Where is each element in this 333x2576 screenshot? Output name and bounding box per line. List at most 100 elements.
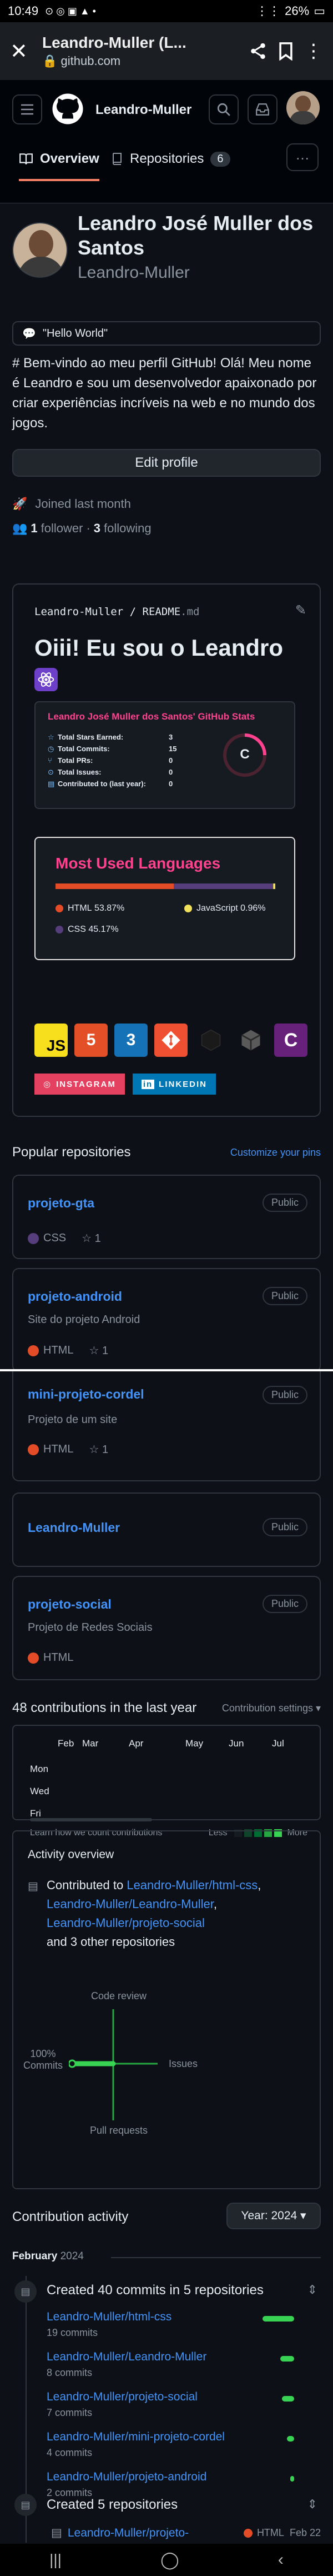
contrib-repo-link[interactable]: Leandro-Muller/projeto-social — [47, 1916, 205, 1930]
more-tabs-button[interactable]: … — [286, 143, 319, 171]
commit-repo-link[interactable]: Leandro-Muller/mini-projeto-cordel — [47, 2430, 321, 2444]
collapse-icon[interactable]: ⇕ — [307, 2497, 317, 2512]
created-repos-summary: Created 5 repositories — [47, 2497, 178, 2512]
commit-bar — [290, 2476, 294, 2482]
repo-name-link[interactable]: mini-projeto-cordel — [28, 1387, 144, 1402]
html5-icon: 5 — [74, 1024, 108, 1057]
commit-repo-row: Leandro-Muller/projeto-social 7 commits — [47, 2390, 321, 2430]
following-label: following — [104, 521, 152, 535]
year-select-button[interactable]: Year: 2024 ▾ — [226, 2203, 321, 2229]
github-logo-icon[interactable] — [51, 92, 84, 126]
contributed-to-text: Contributed to Leandro-Muller/html-css, … — [47, 1878, 261, 1949]
commit-repo-link[interactable]: Leandro-Muller/projeto-android — [47, 2470, 321, 2484]
stats-row: ◷ Total Commits: 15 — [48, 744, 177, 753]
instagram-badge[interactable]: ◎ INSTAGRAM — [34, 1074, 125, 1095]
commit-repo-row: Leandro-Muller/Leandro-Muller 8 commits — [47, 2350, 321, 2390]
repo-book-icon: ▤ — [48, 779, 55, 788]
css-dot — [56, 926, 63, 933]
more-options-icon[interactable]: ⋮ — [304, 40, 323, 62]
header-username[interactable]: Leandro-Muller — [95, 102, 191, 118]
battery-icon: ▭ — [314, 4, 325, 18]
profile-fullname: Leandro José Muller dos Santos — [78, 212, 314, 259]
social-badges: ◎ INSTAGRAM in LINKEDIN — [34, 1074, 216, 1095]
tab-overview[interactable]: Overview — [19, 151, 99, 181]
system-navigation-bar: ||| ◯ ‹ — [0, 2544, 333, 2576]
visibility-badge: Public — [262, 1518, 307, 1536]
browser-title-block: Leandro-Muller (L... 🔒 github.com — [42, 34, 239, 68]
stats-row: ▤ Contributed to (last year): 0 — [48, 779, 173, 788]
repo-name-link[interactable]: Leandro-Muller — [28, 1520, 120, 1535]
month-label: May — [185, 1738, 204, 1749]
collapse-icon[interactable]: ⇕ — [307, 2283, 317, 2297]
profile-bio: # Bem-vindo ao meu perfil GitHub! Olá! M… — [12, 356, 317, 431]
activity-overview-title: Activity overview — [28, 1848, 114, 1861]
tab-overview-label: Overview — [40, 151, 99, 166]
readme-path: Leandro-Muller / README.md — [34, 606, 199, 618]
instagram-icon: ◎ — [43, 1080, 52, 1089]
axis-commits: 100% Commits — [23, 2048, 63, 2071]
tab-repositories[interactable]: Repositories 6 — [111, 151, 230, 167]
created-repo-link[interactable]: Leandro-Muller/projeto- — [68, 2527, 189, 2540]
pr-icon: ⑂ — [48, 756, 52, 765]
commit-icon: ▤ — [14, 2280, 37, 2303]
contribution-settings-button[interactable]: Contribution settings ▾ — [222, 1703, 321, 1714]
repo-stars[interactable]: ☆ 1 — [89, 1344, 108, 1357]
contrib-repo-link[interactable]: Leandro-Muller/Leandro-Muller — [47, 1897, 214, 1911]
customize-pins-link[interactable]: Customize your pins — [230, 1147, 321, 1159]
axis-issues: Issues — [169, 2058, 198, 2069]
battery-level: 26% — [285, 4, 310, 18]
unity-icon — [194, 1024, 228, 1057]
repo-name-link[interactable]: projeto-android — [28, 1289, 122, 1304]
edit-profile-button[interactable]: Edit profile — [12, 449, 321, 477]
repo-card-projeto-social: projeto-social Public Projeto de Redes S… — [12, 1576, 321, 1680]
axis-pull-requests: Pull requests — [90, 2125, 148, 2136]
contributions-title: 48 contributions in the last year — [12, 1700, 197, 1715]
home-icon[interactable]: ◯ — [160, 2550, 179, 2570]
created-repo-row: ▤ Leandro-Muller/projeto- HTML Feb 22 — [51, 2526, 321, 2540]
commit-repo-link[interactable]: Leandro-Muller/Leandro-Muller — [47, 2350, 321, 2364]
repo-card-projeto-gta: projeto-gta Public CSS ☆ 1 — [12, 1175, 321, 1259]
readme-path-user[interactable]: Leandro-Muller — [34, 606, 123, 618]
popular-repos-title: Popular repositories — [12, 1145, 131, 1160]
bookmark-icon[interactable] — [278, 42, 294, 61]
repo-name-link[interactable]: projeto-gta — [28, 1196, 94, 1211]
inbox-button[interactable] — [248, 94, 278, 124]
atom-icon — [34, 668, 58, 691]
month-label: Apr — [129, 1738, 144, 1749]
stats-row: ☆ Total Stars Earned: 3 — [48, 732, 173, 742]
following-count: 3 — [93, 521, 101, 535]
commits-summary: Created 40 commits in 5 repositories — [47, 2283, 264, 2298]
status-text: "Hello World" — [42, 327, 108, 340]
share-icon[interactable] — [249, 42, 268, 61]
status-box[interactable]: 💬 "Hello World" — [12, 321, 321, 346]
git-icon — [154, 1024, 188, 1057]
month-label: Mar — [82, 1738, 99, 1749]
contrib-repo-link[interactable]: Leandro-Muller/html-css — [127, 1878, 258, 1892]
search-button[interactable] — [209, 94, 239, 124]
menu-button[interactable] — [12, 94, 42, 124]
close-tab-icon[interactable]: ✕ — [10, 39, 32, 64]
recent-apps-icon[interactable]: ||| — [49, 2551, 62, 2569]
back-icon[interactable]: ‹ — [278, 2550, 284, 2569]
rocket-icon: 🚀 — [12, 497, 28, 511]
languages-bar — [56, 883, 275, 889]
avatar[interactable] — [286, 91, 320, 124]
edit-readme-pencil-icon[interactable]: ✎ — [295, 602, 306, 618]
repo-stars[interactable]: ☆ 1 — [82, 1231, 101, 1245]
browser-url[interactable]: 🔒 github.com — [42, 54, 239, 68]
repo-language: CSS — [28, 1232, 66, 1245]
followers-row[interactable]: 👥 1 follower · 3 following — [12, 521, 152, 536]
followers-count: 1 — [31, 521, 38, 535]
github-header: Leandro-Muller Overview Repositories 6 … — [0, 80, 333, 203]
repo-name-link[interactable]: projeto-social — [28, 1597, 112, 1612]
linkedin-badge[interactable]: in LINKEDIN — [132, 1074, 216, 1095]
repo-stars[interactable]: ☆ 1 — [89, 1442, 108, 1456]
repo-created-icon: ▤ — [14, 2494, 37, 2516]
visibility-badge: Public — [262, 1595, 307, 1613]
month-label: Jun — [229, 1738, 244, 1749]
commit-repo-link[interactable]: Leandro-Muller/projeto-social — [47, 2390, 321, 2404]
month-label: Feb — [58, 1738, 74, 1749]
readme-path-ext: .md — [180, 606, 200, 618]
signal-icon: ⋮⋮ — [256, 4, 281, 18]
graph-scrollbar[interactable] — [30, 1818, 152, 1821]
